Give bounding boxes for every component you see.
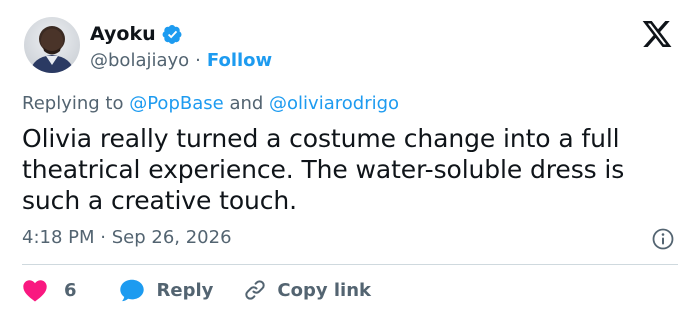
reply-context-prefix: Replying to [22, 93, 124, 114]
handle-separator: · [195, 49, 201, 71]
author-handle[interactable]: @bolajiayo [90, 50, 189, 71]
tweet-text: Olivia really turned a costume change in… [22, 124, 625, 215]
copy-link-button[interactable]: Copy link [243, 278, 371, 302]
like-button[interactable]: 6 [22, 278, 77, 302]
verified-badge-icon [162, 24, 183, 45]
reply-label: Reply [156, 279, 214, 301]
info-icon[interactable] [651, 227, 675, 251]
avatar[interactable] [24, 17, 80, 73]
copy-link-label: Copy link [277, 279, 371, 301]
x-logo-icon[interactable] [640, 18, 674, 50]
reply-button[interactable]: Reply [119, 278, 214, 302]
follow-button[interactable]: Follow [207, 50, 272, 71]
tweet-timestamp[interactable]: 4:18 PM · Sep 26, 2026 [22, 227, 232, 248]
tweet-date: Sep 26, 2026 [111, 227, 232, 248]
like-count: 6 [64, 279, 77, 301]
link-icon [245, 280, 266, 300]
mention-link-popbase[interactable]: @PopBase [129, 93, 223, 114]
author-handle-row: @bolajiayo · Follow [90, 48, 272, 72]
reply-context-conjunction: and [229, 93, 264, 114]
author-name-row: Ayoku [90, 22, 183, 46]
divider [22, 264, 678, 265]
author-name[interactable]: Ayoku [90, 23, 156, 45]
reply-context: Replying to @PopBase and @oliviarodrigo [22, 93, 399, 114]
tweet-time: 4:18 PM [22, 227, 95, 248]
heart-icon [23, 280, 47, 302]
mention-link-oliviarodrigo[interactable]: @oliviarodrigo [269, 93, 399, 114]
reply-bubble-icon [119, 279, 144, 302]
timestamp-separator: · [100, 227, 106, 248]
action-bar: 6 Reply Copy link [22, 276, 371, 304]
